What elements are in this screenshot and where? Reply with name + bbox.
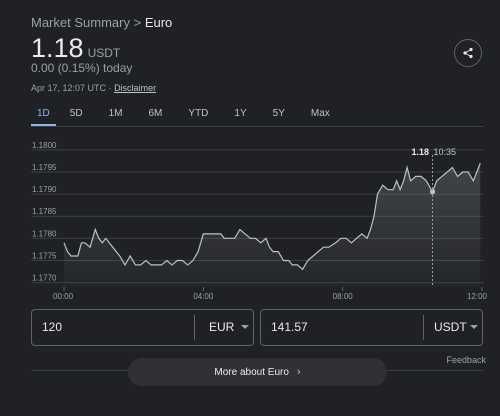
tab-ytd[interactable]: YTD (188, 104, 218, 126)
breadcrumb-separator: > (133, 15, 142, 30)
feedback-link[interactable]: Feedback (446, 355, 486, 365)
y-tick-label: 1.1800 (32, 141, 57, 150)
breadcrumb-parent[interactable]: Market Summary (31, 15, 130, 30)
share-button[interactable] (454, 39, 482, 67)
field-separator (194, 315, 195, 340)
to-currency-select[interactable]: USDT (434, 320, 467, 334)
tab-5y[interactable]: 5Y (273, 104, 295, 126)
field-separator (423, 315, 424, 340)
breadcrumb-current: Euro (144, 15, 173, 30)
share-icon (463, 47, 473, 59)
tabs-divider (31, 126, 484, 127)
chevron-right-icon: › (296, 366, 301, 378)
tab-5d[interactable]: 5D (70, 104, 93, 126)
range-tabs: 1D 5D 1M 6M YTD 1Y 5Y Max (31, 104, 356, 126)
quote-timestamp: Apr 17, 12:07 UTC · (31, 83, 112, 93)
x-tick-label: 12:00 (467, 292, 488, 301)
y-axis-labels: 1.1800 1.1795 1.1790 1.1785 1.1780 1.1775 1.17… (32, 141, 57, 283)
current-price: 1.18 (31, 33, 84, 63)
price-change: 0.00 (0.15%) today (31, 61, 133, 75)
more-about-button[interactable]: More about Euro › (128, 358, 387, 386)
tooltip-time: 10:35 (434, 147, 457, 157)
x-tick-label: 04:00 (193, 292, 214, 301)
from-amount-input[interactable]: 120 (42, 320, 62, 334)
tab-1y[interactable]: 1Y (234, 104, 256, 126)
tab-max[interactable]: Max (311, 104, 340, 126)
from-currency-select[interactable]: EUR (209, 320, 234, 334)
tab-6m[interactable]: 6M (149, 104, 173, 126)
chevron-down-icon[interactable] (470, 325, 478, 329)
x-axis-labels: 00:00 04:00 08:00 12:00 (53, 287, 488, 301)
price-chart[interactable]: 1.1800 1.1795 1.1790 1.1785 1.1780 1.1775 1.17… (0, 130, 500, 302)
more-about-label: More about Euro (214, 366, 289, 378)
tab-1m[interactable]: 1M (109, 104, 133, 126)
y-tick-label: 1.1795 (32, 163, 57, 172)
y-tick-label: 1.1785 (32, 207, 57, 216)
y-tick-label: 1.1790 (32, 185, 57, 194)
from-amount-field[interactable]: 120 EUR (31, 309, 254, 346)
quote-meta: Apr 17, 12:07 UTC · Disclaimer (31, 83, 156, 93)
y-tick-label: 1.1780 (32, 229, 57, 238)
y-tick-label: 1.1770 (32, 274, 57, 283)
chart-cursor-dot (429, 189, 436, 195)
y-tick-label: 1.1775 (32, 251, 57, 260)
to-amount-field[interactable]: 141.57 USDT (260, 309, 483, 346)
breadcrumb: Market Summary > Euro (31, 15, 172, 30)
x-tick-label: 00:00 (53, 292, 74, 301)
tooltip-value: 1.18 (412, 147, 430, 157)
price-area (64, 163, 481, 287)
chevron-down-icon[interactable] (241, 325, 249, 329)
disclaimer-link[interactable]: Disclaimer (114, 83, 156, 93)
to-amount-input[interactable]: 141.57 (271, 320, 308, 334)
price-unit: USDT (87, 46, 121, 60)
x-tick-label: 08:00 (333, 292, 354, 301)
price-block: 1.18 USDT (31, 33, 120, 64)
tab-1d[interactable]: 1D (31, 104, 56, 126)
